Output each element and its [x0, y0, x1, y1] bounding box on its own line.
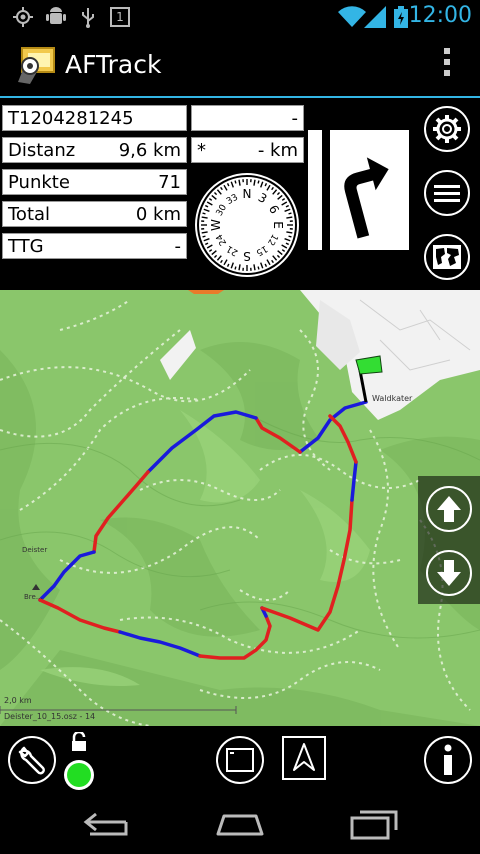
android-debug-icon [46, 7, 66, 24]
compass: N 36E1215S2124W3033 [195, 173, 299, 277]
place-label-deister: Deister [22, 546, 48, 554]
distanz-label: Distanz [8, 140, 76, 161]
compass-tick [257, 266, 260, 270]
compass-tick [234, 180, 237, 184]
gear-icon [433, 115, 461, 143]
info-icon [444, 744, 452, 775]
usb-icon [82, 8, 94, 28]
gps-status-indicator [64, 760, 94, 790]
info-button[interactable] [424, 736, 472, 784]
wifi-icon [338, 6, 366, 28]
total-value: 0 km [135, 204, 181, 225]
app-title: AFTrack [65, 50, 162, 79]
map-view[interactable]: Waldkater Deister Bre... 2,0 km Deister_… [0, 290, 480, 726]
remaining-label: * [197, 140, 206, 161]
compass-tick [202, 212, 206, 215]
info-panel: T1204281245 - Distanz 9,6 km * - km Punk… [0, 98, 480, 290]
total-field[interactable]: Total 0 km [2, 201, 187, 227]
distanz-field[interactable]: Distanz 9,6 km [2, 137, 187, 163]
turn-right-arrow-icon [330, 130, 409, 250]
status-bar: 1 12:00 [0, 0, 480, 34]
wrench-icon [18, 746, 45, 775]
compass-label: N [243, 187, 252, 201]
compass-label: E [271, 221, 285, 229]
overflow-menu-icon[interactable] [444, 48, 452, 84]
arrow-down-icon [437, 560, 461, 586]
track-id-field[interactable]: T1204281245 [2, 105, 187, 131]
zoom-out-button[interactable] [426, 550, 472, 596]
action-bar: AFTrack [0, 34, 480, 98]
ttg-value: - [174, 236, 182, 257]
arrow-up-icon [437, 496, 461, 522]
turn-bar [308, 130, 322, 250]
app-logo-icon[interactable] [16, 44, 56, 84]
back-icon[interactable] [82, 810, 132, 840]
zoom-in-button[interactable] [426, 486, 472, 532]
home-icon[interactable] [214, 810, 266, 840]
map-select-button[interactable] [424, 234, 470, 280]
clock: 12:00 [408, 3, 472, 28]
globe-icon [433, 245, 461, 269]
recent-apps-icon[interactable] [350, 808, 398, 840]
remaining-field[interactable]: * - km [191, 137, 304, 163]
track-id: T1204281245 [8, 108, 134, 129]
compass-label: S [243, 249, 251, 263]
top-right-value: - [291, 108, 299, 129]
north-arrow-icon [293, 743, 315, 771]
punkte-field[interactable]: Punkte 71 [2, 169, 187, 195]
window-icon [226, 748, 254, 772]
compass-tick [288, 212, 292, 215]
punkte-label: Punkte [8, 172, 70, 193]
compass-label: W [209, 219, 223, 231]
map-file-label: Deister_10_15.osz - 14 [4, 712, 96, 721]
ttg-field[interactable]: TTG - [2, 233, 187, 259]
compass-tick [234, 266, 237, 270]
compass-tick [257, 180, 260, 184]
distanz-value: 9,6 km [118, 140, 181, 161]
compass-tick [288, 235, 292, 238]
system-nav-bar [0, 796, 480, 854]
ttg-label: TTG [8, 236, 44, 257]
tools-button[interactable] [8, 736, 56, 784]
bottom-toolbar [0, 726, 480, 796]
place-label-bre: Bre... [24, 593, 43, 601]
signal-icon [364, 6, 386, 28]
settings-button[interactable] [424, 106, 470, 152]
menu-button[interactable] [424, 170, 470, 216]
total-label: Total [8, 204, 51, 225]
map-canvas[interactable] [0, 290, 480, 726]
place-label-waldkater: Waldkater [372, 394, 413, 403]
scale-label: 2,0 km [4, 696, 32, 705]
gps-icon [13, 7, 33, 27]
compass-tick [202, 235, 206, 238]
notification-count-icon: 1 [110, 7, 130, 27]
window-toggle-button[interactable] [216, 736, 264, 784]
north-up-button[interactable] [282, 736, 326, 780]
lock-open-icon[interactable] [70, 732, 88, 752]
punkte-value: 71 [158, 172, 181, 193]
remaining-value: - km [257, 140, 298, 161]
zoom-panel [418, 476, 480, 604]
top-right-field[interactable]: - [191, 105, 304, 131]
list-icon [434, 185, 460, 202]
battery-icon [394, 6, 408, 28]
